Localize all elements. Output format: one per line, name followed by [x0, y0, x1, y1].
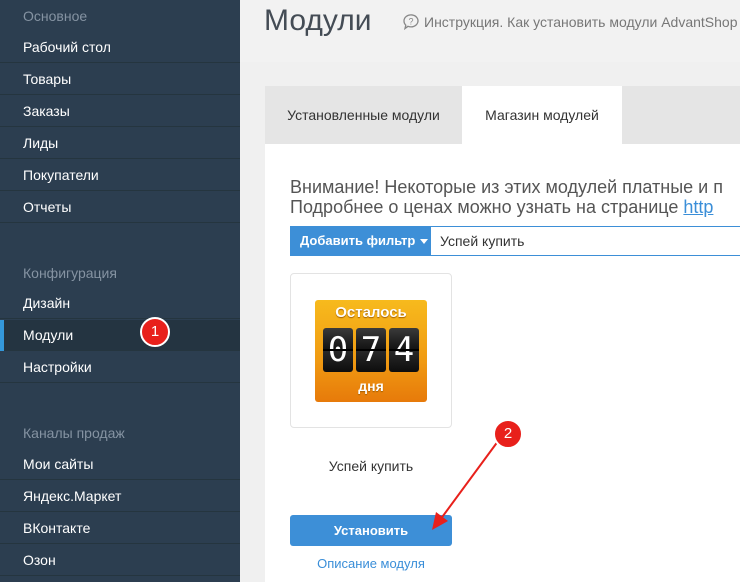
sidebar-section-configuration: Конфигурация: [23, 265, 117, 281]
annotation-arrow: [432, 432, 505, 530]
module-description-link[interactable]: Описание модуля: [290, 556, 452, 571]
module-image-bottom-text: дня: [358, 378, 384, 394]
sidebar-item-settings[interactable]: Настройки: [0, 352, 240, 383]
annotation-badge-1: 1: [140, 317, 170, 347]
sidebar-item-orders[interactable]: Заказы: [0, 96, 240, 127]
tab-installed-modules[interactable]: Установленные модули: [265, 86, 462, 144]
module-image-top-text: Осталось: [335, 304, 407, 321]
sidebar-item-modules[interactable]: Модули: [0, 320, 240, 351]
notice-line-2-text: Подробнее о ценах можно узнать на страни…: [290, 197, 684, 217]
module-card[interactable]: Осталось 0 7 4 дня: [290, 273, 452, 428]
add-filter-label: Добавить фильтр: [300, 233, 416, 248]
sidebar-item-my-sites[interactable]: Мои сайты: [0, 449, 240, 480]
annotation-badge-2: 2: [493, 419, 523, 449]
sidebar: Основное Рабочий стол Товары Заказы Лиды…: [0, 0, 240, 582]
sidebar-item-dashboard[interactable]: Рабочий стол: [0, 32, 240, 63]
sidebar-item-yandex-market[interactable]: Яндекс.Маркет: [0, 481, 240, 512]
sidebar-item-design[interactable]: Дизайн: [0, 288, 240, 319]
sidebar-item-leads[interactable]: Лиды: [0, 128, 240, 159]
tab-modules-store[interactable]: Магазин модулей: [462, 86, 622, 144]
svg-text:?: ?: [408, 17, 413, 27]
sidebar-item-ozon[interactable]: Озон: [0, 545, 240, 576]
tabs-bar: Установленные модули Магазин модулей: [265, 86, 740, 144]
sidebar-item-products[interactable]: Товары: [0, 64, 240, 95]
caret-down-icon: [420, 239, 429, 245]
sidebar-item-customers[interactable]: Покупатели: [0, 160, 240, 191]
help-link[interactable]: Инструкция. Как установить модули Advant…: [424, 14, 738, 30]
help-icon: ?: [403, 14, 419, 31]
notice-line-2: Подробнее о ценах можно узнать на страни…: [290, 197, 740, 217]
countdown-digit: 0: [323, 328, 353, 372]
notice-text: Внимание! Некоторые из этих модулей плат…: [290, 177, 740, 217]
notice-line-1: Внимание! Некоторые из этих модулей плат…: [290, 177, 723, 197]
countdown-digit: 7: [356, 328, 386, 372]
sidebar-section-main: Основное: [23, 8, 88, 24]
countdown-digit: 4: [389, 328, 419, 372]
sidebar-item-reports[interactable]: Отчеты: [0, 192, 240, 223]
add-filter-button[interactable]: Добавить фильтр: [290, 226, 430, 256]
header: Модули ? Инструкция. Как установить моду…: [240, 0, 740, 62]
sidebar-item-vkontakte[interactable]: ВКонтакте: [0, 513, 240, 544]
pricing-link[interactable]: http: [683, 197, 713, 217]
page-title: Модули: [264, 4, 372, 37]
module-image: Осталось 0 7 4 дня: [315, 300, 427, 402]
filter-input[interactable]: Успей купить: [430, 226, 740, 256]
sidebar-section-sales-channels: Каналы продаж: [23, 425, 125, 441]
